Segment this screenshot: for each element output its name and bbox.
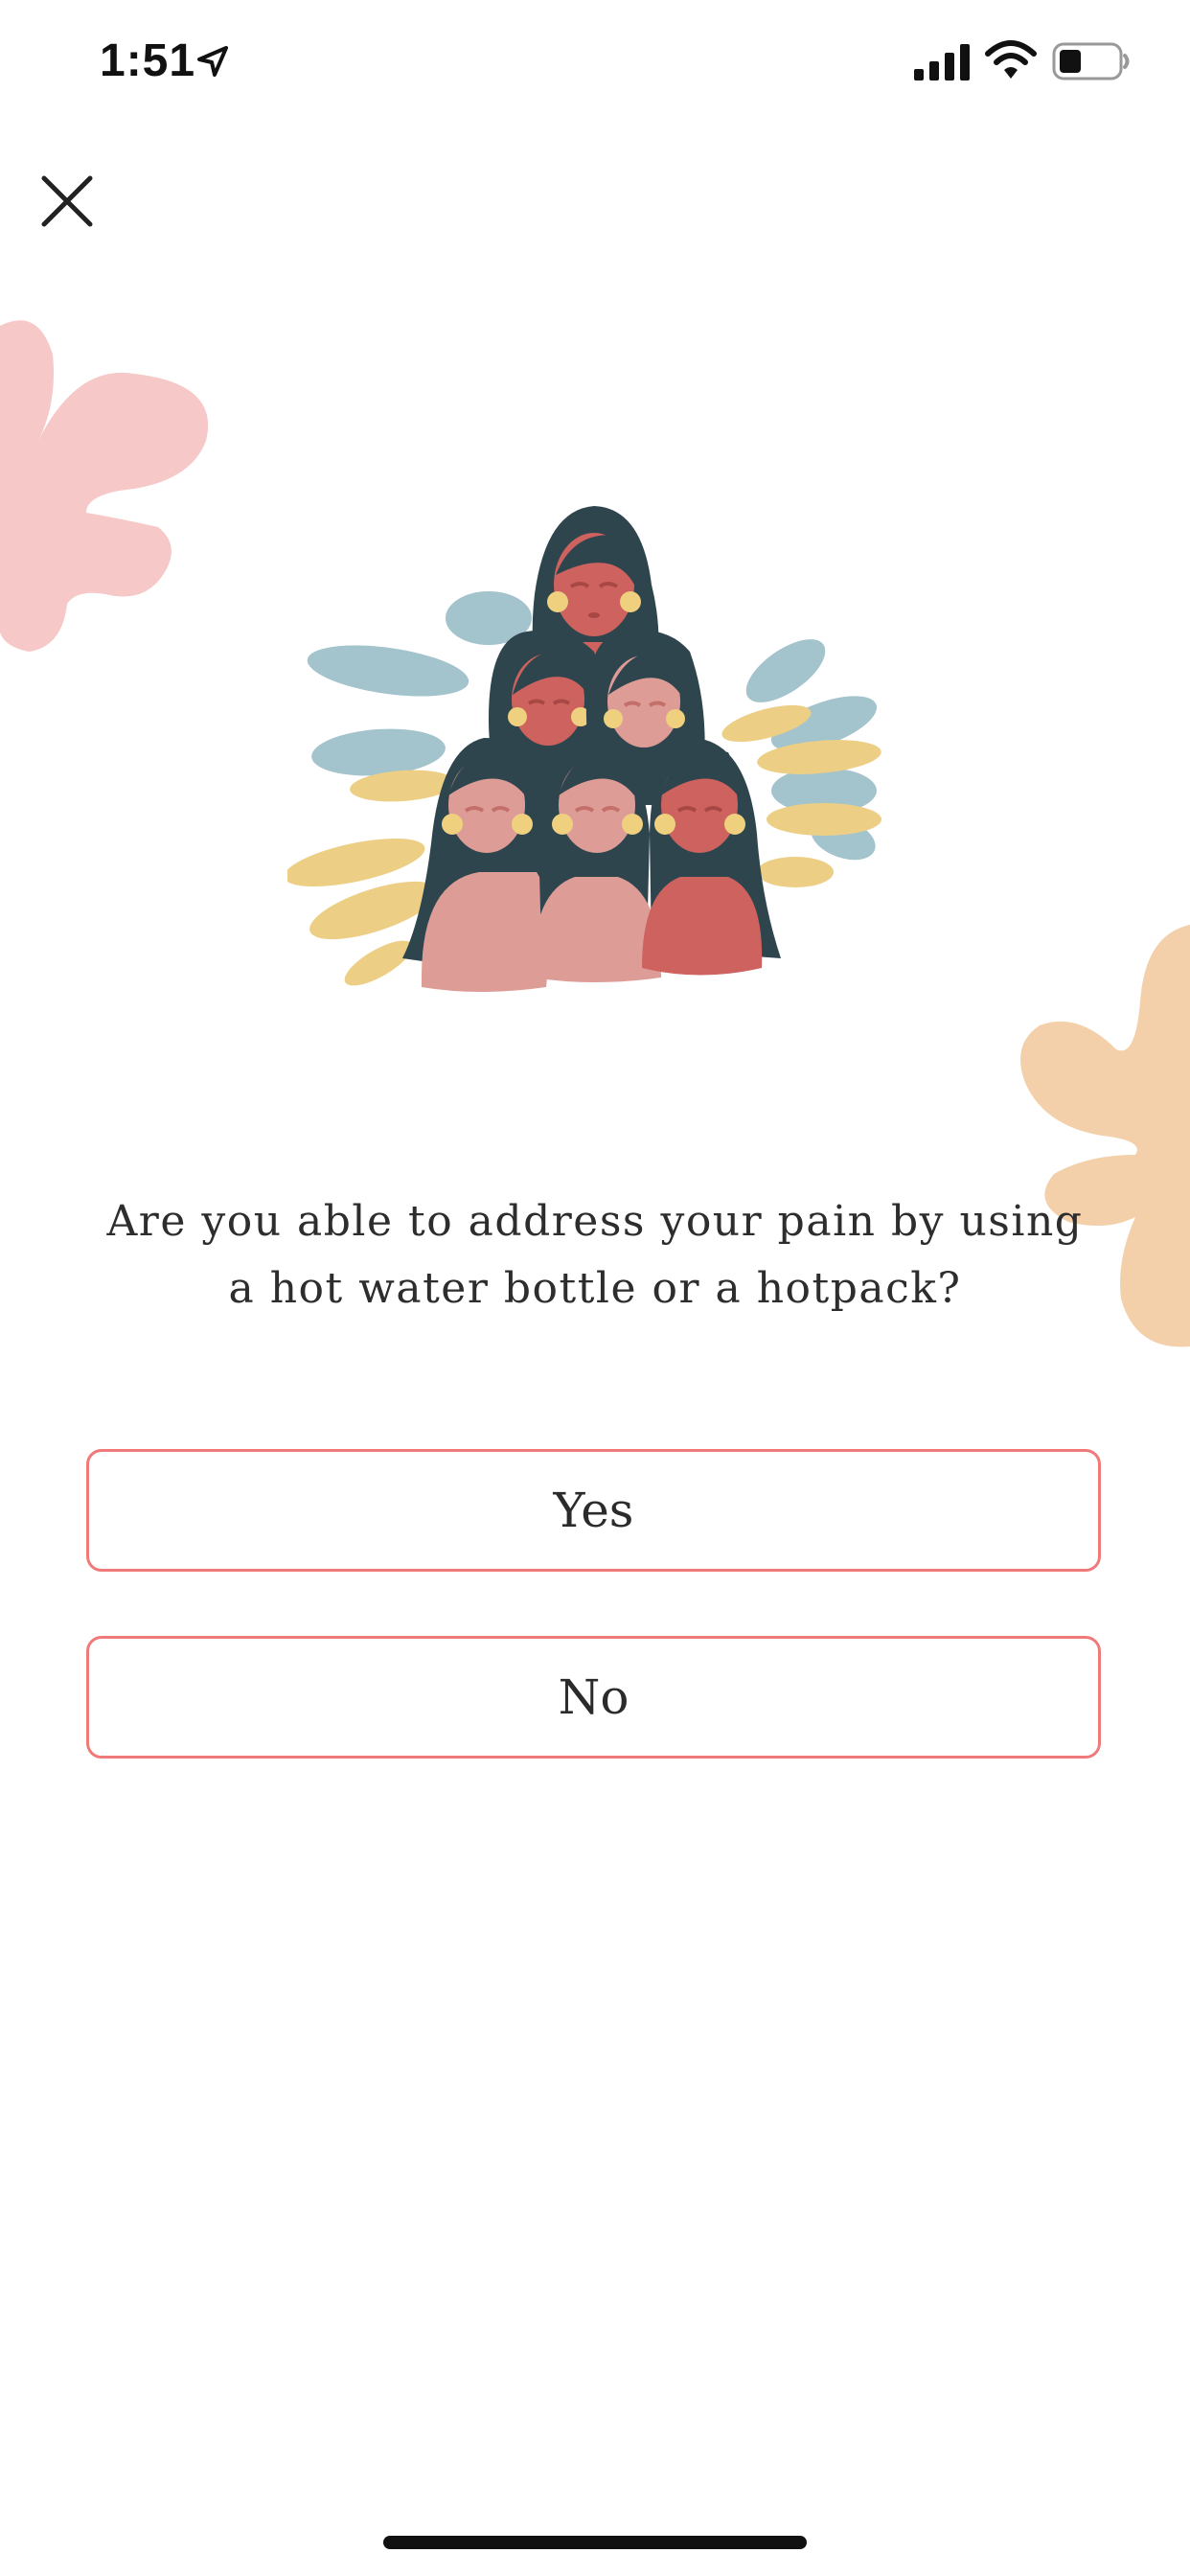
location-arrow-icon bbox=[197, 46, 228, 77]
status-time: 1:51 bbox=[100, 35, 196, 86]
close-icon bbox=[41, 175, 93, 227]
yes-button-label: Yes bbox=[553, 1483, 634, 1538]
battery-icon bbox=[1052, 42, 1130, 80]
no-button[interactable]: No bbox=[86, 1636, 1101, 1759]
no-button-label: No bbox=[558, 1669, 629, 1725]
status-bar: 1:51 bbox=[0, 0, 1190, 128]
signal-icon bbox=[914, 44, 970, 80]
wifi-icon bbox=[985, 40, 1037, 79]
woman-bottom-right bbox=[642, 738, 781, 976]
yes-button[interactable]: Yes bbox=[86, 1449, 1101, 1572]
close-button[interactable] bbox=[29, 163, 105, 240]
pink-splash-decoration bbox=[0, 320, 209, 652]
women-group-illustration bbox=[287, 506, 881, 992]
question-text: Are you able to address your pain by usi… bbox=[106, 1197, 1084, 1313]
home-indicator[interactable] bbox=[383, 2536, 807, 2549]
